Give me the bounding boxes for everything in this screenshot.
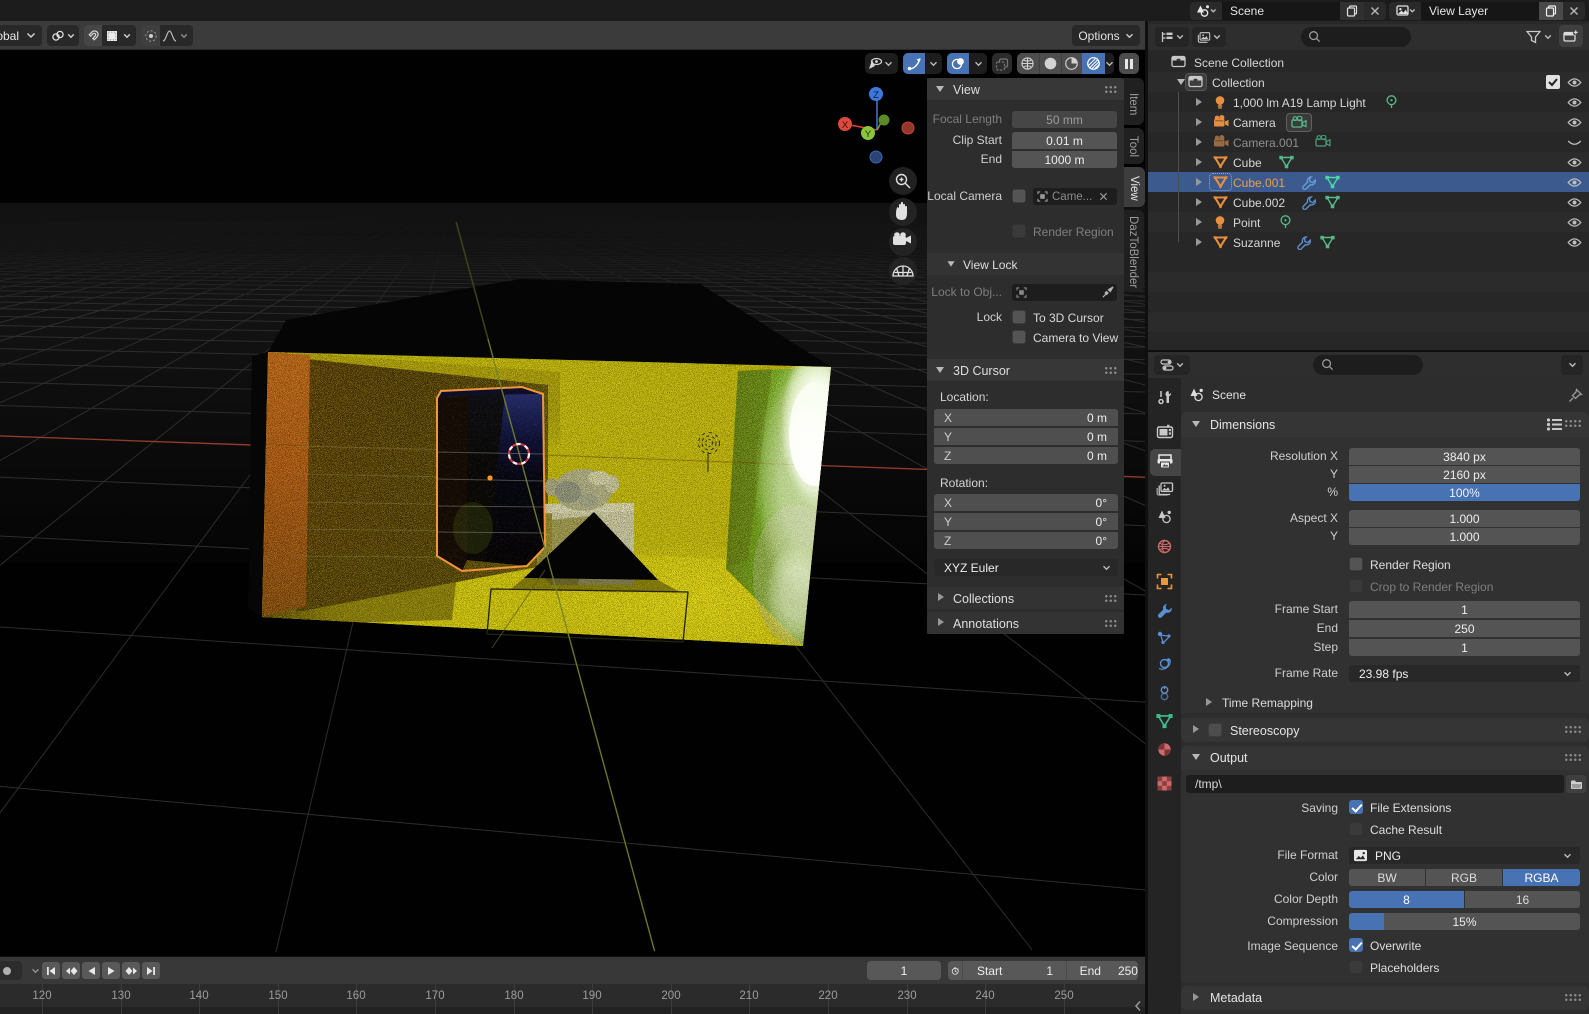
svg-text:Y: Y [865, 129, 872, 140]
svg-text:X: X [842, 120, 849, 131]
svg-text:Z: Z [873, 90, 879, 101]
